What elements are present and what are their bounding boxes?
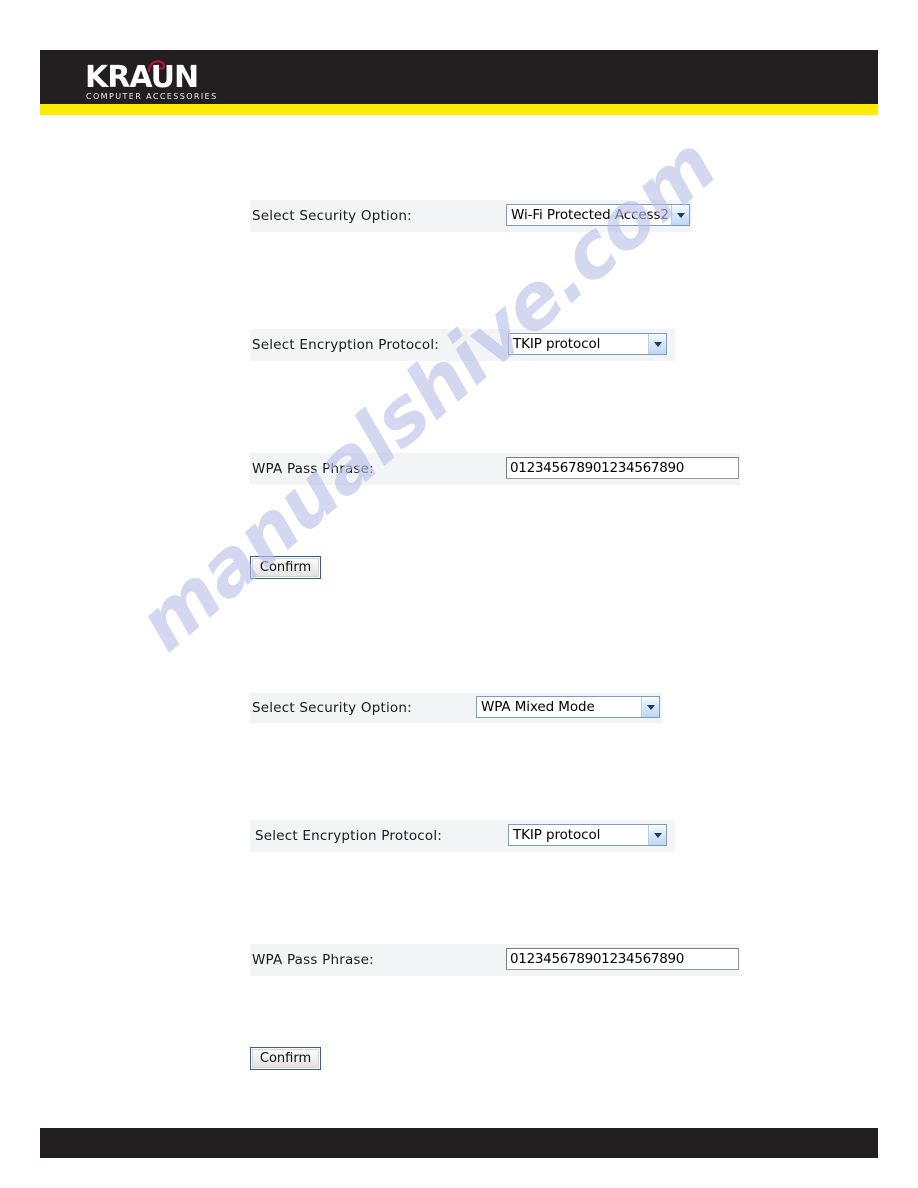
wpa-pass-phrase-value: 012345678901234567890 [510, 460, 685, 476]
brand-accent-stripe [40, 104, 878, 115]
brand-header-bar: KRAUN ® COMPUTER ACCESSORIES [40, 50, 878, 104]
label-wpa-pass-phrase: WPA Pass Phrase: [252, 952, 374, 968]
manual-page: KRAUN ® COMPUTER ACCESSORIES Select Secu… [0, 0, 918, 1188]
brand-name: KRAUN [85, 60, 199, 95]
wpa-pass-phrase-input[interactable]: 012345678901234567890 [506, 948, 739, 970]
confirm-button[interactable]: Confirm [250, 1047, 321, 1070]
footer-bar [40, 1128, 878, 1158]
select-security-option[interactable]: Wi-Fi Protected Access2 [506, 204, 690, 226]
label-select-encryption-protocol: Select Encryption Protocol: [252, 337, 440, 353]
watermark: manualshive.com [121, 120, 790, 850]
chevron-down-icon[interactable] [648, 334, 666, 354]
brand-tagline: COMPUTER ACCESSORIES [86, 92, 218, 101]
chevron-down-icon[interactable] [641, 697, 659, 717]
chevron-down-icon[interactable] [648, 825, 666, 845]
select-encryption-protocol[interactable]: TKIP protocol [508, 824, 667, 846]
select-security-option[interactable]: WPA Mixed Mode [476, 696, 660, 718]
select-encryption-protocol-value: TKIP protocol [513, 336, 601, 352]
confirm-button-label: Confirm [252, 558, 319, 577]
wpa-pass-phrase-value: 012345678901234567890 [510, 951, 685, 967]
select-encryption-protocol-value: TKIP protocol [513, 827, 601, 843]
select-security-option-value: Wi-Fi Protected Access2 [511, 207, 669, 223]
registered-mark-icon: ® [189, 64, 197, 73]
wpa-pass-phrase-input[interactable]: 012345678901234567890 [506, 457, 739, 479]
label-select-encryption-protocol: Select Encryption Protocol: [255, 828, 443, 844]
select-encryption-protocol[interactable]: TKIP protocol [508, 333, 667, 355]
label-wpa-pass-phrase: WPA Pass Phrase: [252, 461, 374, 477]
confirm-button-label: Confirm [252, 1049, 319, 1068]
select-security-option-value: WPA Mixed Mode [481, 699, 595, 715]
label-select-security-option: Select Security Option: [252, 208, 412, 224]
chevron-down-icon[interactable] [671, 205, 689, 225]
kraun-logo: KRAUN ® COMPUTER ACCESSORIES [85, 57, 255, 103]
label-select-security-option: Select Security Option: [252, 700, 412, 716]
confirm-button[interactable]: Confirm [250, 556, 321, 579]
